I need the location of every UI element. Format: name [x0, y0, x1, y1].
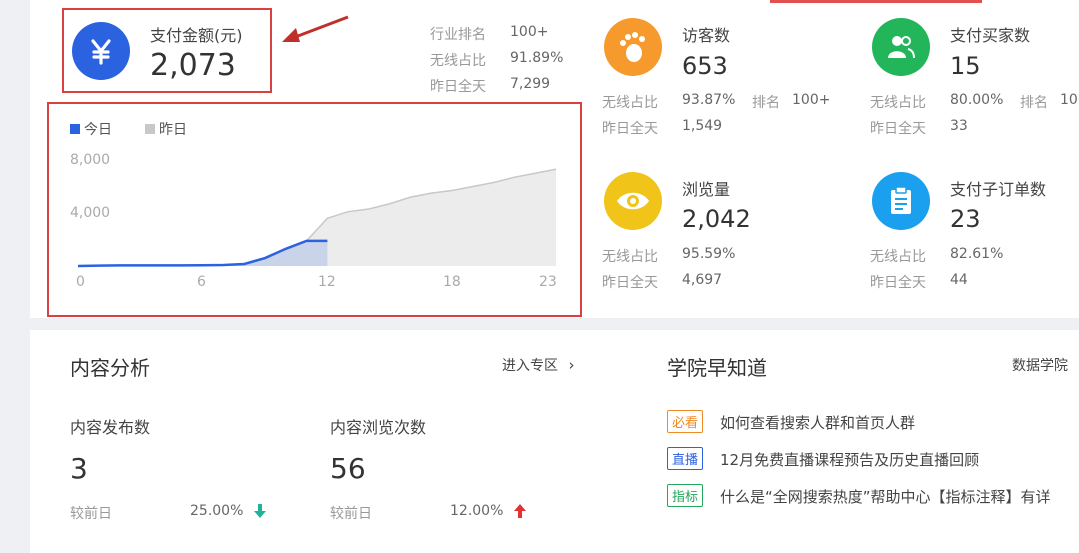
academy-title: 学院早知道: [667, 356, 767, 380]
footprint-icon: [604, 18, 662, 76]
tag-must-read: 必看: [667, 410, 704, 433]
data-academy-link[interactable]: 数据学院: [1012, 355, 1068, 375]
buyers-rank-value: 10: [1060, 92, 1078, 108]
visitors-yesterday-value: 1,549: [682, 118, 723, 134]
buyers-label: 支付买家数: [950, 26, 1031, 45]
arrow-up-icon: [514, 504, 526, 518]
pageviews-wireless-value: 95.59%: [682, 246, 736, 262]
suborders-yesterday-label: 昨日全天: [870, 275, 926, 291]
x-tick: 0: [76, 274, 85, 290]
x-tick: 18: [443, 274, 461, 290]
suborders-wireless-value: 82.61%: [950, 246, 1004, 262]
series-area-0: [78, 240, 328, 266]
eye-icon: [604, 172, 662, 230]
clipboard-icon: [872, 172, 930, 230]
pageviews-yesterday-value: 4,697: [682, 272, 723, 288]
chevron-right-icon: ›: [568, 356, 575, 374]
visitors-yesterday-label: 昨日全天: [602, 121, 658, 137]
x-tick: 6: [197, 274, 206, 290]
pageviews-wireless-label: 无线占比: [602, 249, 658, 265]
views-value: 56: [330, 452, 366, 485]
tag-live: 直播: [667, 447, 704, 470]
visitors-value: 653: [682, 52, 728, 80]
news-item[interactable]: 什么是“全网搜索热度”帮助中心【指标注释】有详: [720, 486, 1051, 507]
suborders-wireless-label: 无线占比: [870, 249, 926, 265]
enter-zone-link[interactable]: 进入专区 ›: [502, 355, 574, 375]
visitors-rank-value: 100+: [792, 92, 831, 108]
arrow-down-icon: [254, 504, 266, 518]
publish-value: 3: [70, 452, 88, 485]
tag-metric: 指标: [667, 484, 704, 507]
pageviews-value: 2,042: [682, 205, 751, 233]
buyers-yesterday-value: 33: [950, 118, 968, 134]
news-item[interactable]: 12月免费直播课程预告及历史直播回顾: [720, 449, 979, 470]
enter-zone-label: 进入专区: [502, 358, 558, 374]
suborders-value: 23: [950, 205, 981, 233]
visitors-wireless-value: 93.87%: [682, 92, 736, 108]
buyers-yesterday-label: 昨日全天: [870, 121, 926, 137]
buyers-rank-label: 排名: [1020, 95, 1048, 111]
x-tick: 23: [539, 274, 557, 290]
visitors-wireless-label: 无线占比: [602, 95, 658, 111]
publish-label: 内容发布数: [70, 418, 151, 437]
visitors-rank-label: 排名: [752, 95, 780, 111]
publish-cmp-label: 较前日: [70, 506, 112, 522]
visitors-label: 访客数: [682, 26, 731, 45]
suborders-label: 支付子订单数: [950, 180, 1047, 199]
publish-cmp-value: 25.00%: [190, 503, 244, 519]
views-label: 内容浏览次数: [330, 418, 427, 437]
x-tick: 12: [318, 274, 336, 290]
pageviews-yesterday-label: 昨日全天: [602, 275, 658, 291]
content-title: 内容分析: [70, 356, 150, 380]
buyers-wireless-label: 无线占比: [870, 95, 926, 111]
pageviews-label: 浏览量: [682, 180, 731, 199]
views-cmp-value: 12.00%: [450, 503, 504, 519]
news-item[interactable]: 如何查看搜索人群和首页人群: [720, 412, 915, 433]
views-cmp-label: 较前日: [330, 506, 372, 522]
buyers-wireless-value: 80.00%: [950, 92, 1004, 108]
buyers-value: 15: [950, 52, 981, 80]
users-icon: [872, 18, 930, 76]
suborders-yesterday-value: 44: [950, 272, 968, 288]
